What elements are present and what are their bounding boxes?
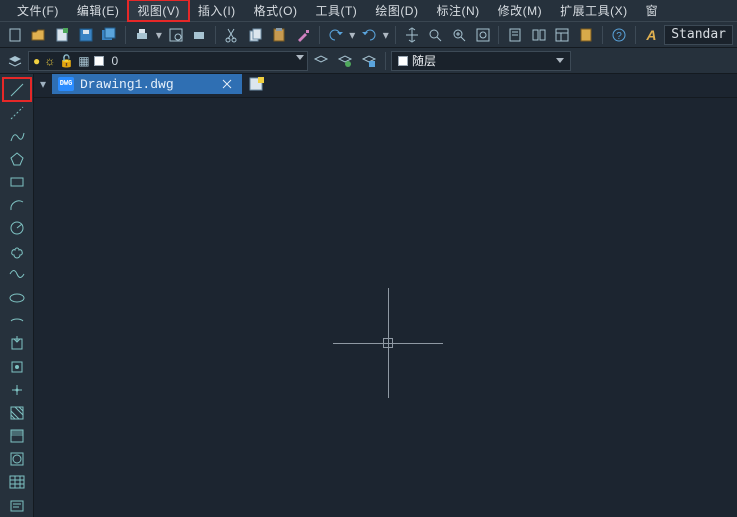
paste-button[interactable] (268, 24, 290, 46)
cut-button[interactable] (221, 24, 243, 46)
match-props-button[interactable] (292, 24, 314, 46)
ray-tool[interactable] (3, 101, 31, 124)
close-tab-button[interactable] (220, 77, 234, 91)
menu-annotate[interactable]: 标注(N) (427, 0, 488, 21)
point-tool[interactable] (3, 378, 31, 401)
toolbar-separator (498, 26, 499, 44)
layer-combo[interactable]: ● ☼ 🔓 ▦ 0 (28, 51, 308, 71)
pan-button[interactable] (401, 24, 423, 46)
zoom-realtime-button[interactable] (424, 24, 446, 46)
menu-insert[interactable]: 插入(I) (189, 0, 245, 21)
plot-button[interactable] (188, 24, 210, 46)
help-button[interactable]: ? (608, 24, 630, 46)
pick-box (383, 338, 393, 348)
ellipse-arc-tool[interactable] (3, 309, 31, 332)
draw-tool-palette (0, 74, 34, 517)
dwg-icon: DWG (58, 77, 74, 91)
file-tab-active[interactable]: DWG Drawing1.dwg (52, 74, 242, 94)
layer-properties-button[interactable] (4, 50, 26, 72)
polyline-tool[interactable] (3, 124, 31, 147)
menu-modify[interactable]: 修改(M) (489, 0, 552, 21)
layer-match-button[interactable] (334, 50, 356, 72)
hatch-tool[interactable] (3, 402, 31, 425)
menu-tools[interactable]: 工具(T) (306, 0, 366, 21)
new-button[interactable] (4, 24, 26, 46)
circle-tool[interactable] (3, 217, 31, 240)
toolbar-separator (319, 26, 320, 44)
revision-cloud-tool[interactable] (3, 240, 31, 263)
ellipse-tool[interactable] (3, 286, 31, 309)
toolbar-separator (385, 52, 386, 70)
mtext-tool[interactable] (3, 494, 31, 517)
toolbar-separator (215, 26, 216, 44)
toolbar-separator (635, 26, 636, 44)
design-center-button[interactable] (528, 24, 550, 46)
menu-window[interactable]: 窗 (637, 0, 668, 21)
spline-tool[interactable] (3, 263, 31, 286)
chevron-down-icon (296, 55, 304, 60)
layer-states-button[interactable] (358, 50, 380, 72)
save-button[interactable] (75, 24, 97, 46)
saveall-button[interactable] (99, 24, 121, 46)
undo-button[interactable] (325, 24, 347, 46)
document-tab-bar: ▾ DWG Drawing1.dwg (0, 74, 737, 98)
layer-prev-button[interactable] (310, 50, 332, 72)
layer-toolbar: ● ☼ 🔓 ▦ 0 随层 (0, 48, 737, 74)
region-tool[interactable] (3, 448, 31, 471)
print-dropdown[interactable]: ▾ (155, 24, 163, 46)
menu-draw[interactable]: 绘图(D) (366, 0, 427, 21)
text-style-icon[interactable]: A (641, 24, 663, 46)
zoom-window-button[interactable] (448, 24, 470, 46)
tool-palettes-button[interactable] (552, 24, 574, 46)
standard-toolbar: ▾ ▾ ▾ ? A Standar (0, 22, 737, 48)
menu-format[interactable]: 格式(O) (245, 0, 307, 21)
color-label: 随层 (412, 52, 436, 69)
insert-block-tool[interactable] (3, 332, 31, 355)
gradient-tool[interactable] (3, 425, 31, 448)
new-sheet-button[interactable] (51, 24, 73, 46)
toolbar-separator (602, 26, 603, 44)
layer-color-swatch (94, 56, 104, 66)
new-tab-button[interactable] (246, 74, 268, 94)
menu-view[interactable]: 视图(V) (128, 0, 189, 21)
open-button[interactable] (28, 24, 50, 46)
properties-button[interactable] (504, 24, 526, 46)
lightbulb-icon: ● (33, 54, 40, 68)
menu-bar: 文件(F) 编辑(E) 视图(V) 插入(I) 格式(O) 工具(T) 绘图(D… (0, 0, 737, 22)
text-style-combo[interactable]: Standar (664, 25, 733, 45)
print-preview-button[interactable] (165, 24, 187, 46)
copy-button[interactable] (245, 24, 267, 46)
svg-text:?: ? (616, 31, 622, 42)
chevron-down-icon (556, 58, 564, 63)
redo-dropdown[interactable]: ▾ (382, 24, 390, 46)
arc-tool[interactable] (3, 194, 31, 217)
color-swatch (398, 56, 408, 66)
sun-icon: ☼ (44, 54, 55, 68)
polygon-tool[interactable] (3, 147, 31, 170)
menu-edit[interactable]: 编辑(E) (68, 0, 129, 21)
rectangle-tool[interactable] (3, 170, 31, 193)
line-tool[interactable] (3, 78, 31, 101)
make-block-tool[interactable] (3, 355, 31, 378)
plot-icon: ▦ (78, 54, 89, 68)
print-button[interactable] (131, 24, 153, 46)
file-tab-label: Drawing1.dwg (80, 77, 174, 92)
zoom-extents-button[interactable] (472, 24, 494, 46)
color-combo[interactable]: 随层 (391, 51, 571, 71)
menu-file[interactable]: 文件(F) (8, 0, 68, 21)
menu-ext[interactable]: 扩展工具(X) (551, 0, 637, 21)
layer-name-label: 0 (112, 54, 119, 68)
undo-dropdown[interactable]: ▾ (348, 24, 356, 46)
toolbar-separator (395, 26, 396, 44)
table-tool[interactable] (3, 471, 31, 494)
sheet-set-button[interactable] (575, 24, 597, 46)
toolbar-separator (125, 26, 126, 44)
tab-list-dropdown[interactable]: ▾ (34, 74, 52, 94)
redo-button[interactable] (358, 24, 380, 46)
lock-icon: 🔓 (59, 54, 74, 68)
drawing-canvas[interactable] (34, 98, 737, 517)
